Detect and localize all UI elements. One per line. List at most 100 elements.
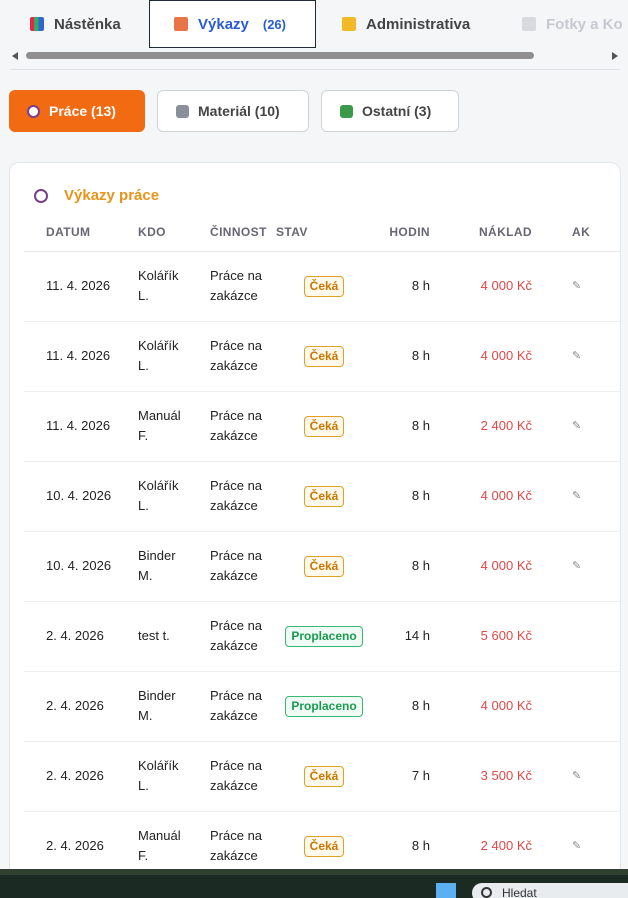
search-icon [481,887,492,898]
cell-activity: Práce na zakázce [188,671,276,742]
cell-activity: Práce na zakázce [188,251,276,322]
cell-status: Proplaceno [276,671,372,742]
stopwatch-icon [27,104,40,118]
scrollbar-thumb[interactable] [26,52,534,59]
column-header-hours[interactable]: HODIN [372,213,430,252]
work-reports-card: Výkazy práce DATUM KDO ČINNOST STAV HODI… [9,162,621,898]
edit-icon[interactable]: ✎ [542,391,620,462]
cell-cost: 4 000 Kč [430,531,542,602]
folder-icon [342,17,356,31]
cell-status: Proplaceno [276,601,372,672]
edit-icon[interactable]: ✎ [542,251,620,322]
cell-hours: 8 h [372,321,430,392]
status-badge: Čeká [303,835,345,857]
cell-date: 11. 4. 2026 [24,321,116,392]
cell-cost: 4 000 Kč [430,251,542,322]
status-badge: Čeká [303,555,345,577]
edit-icon[interactable]: ✎ [542,461,620,532]
cell-cost: 5 600 Kč [430,601,542,672]
cell-hours: 8 h [372,671,430,742]
status-badge: Proplaceno [285,625,363,647]
tab-administration[interactable]: Administrativa [342,0,470,48]
table-row[interactable]: 2. 4. 2026 Kolářík L. Práce na zakázce Čeká… [24,741,620,812]
status-badge: Čeká [303,765,345,787]
cell-hours: 8 h [372,531,430,602]
edit-icon[interactable] [542,601,620,672]
cell-who: Kolářík L. [116,251,188,322]
wallpaper-strip [0,869,628,875]
cell-who: test t. [116,601,188,672]
cell-date: 2. 4. 2026 [24,601,116,672]
camera-icon [522,17,536,31]
table-row[interactable]: 10. 4. 2026 Kolářík L. Práce na zakázce Ček… [24,461,620,532]
cell-who: Manuál F. [116,391,188,462]
material-tab-label: Materiál (10) [198,103,280,119]
table-row[interactable]: 10. 4. 2026 Binder M. Práce na zakázce Čeká… [24,531,620,602]
cell-cost: 3 500 Kč [430,741,542,812]
cell-status: Čeká [276,251,372,322]
tab-label: Fotky a Ko [546,15,623,33]
column-header-who[interactable]: KDO [116,213,188,252]
cell-who: Binder M. [116,671,188,742]
tab-label: Administrativa [366,15,471,33]
cell-cost: 4 000 Kč [430,671,542,742]
column-header-cost[interactable]: NÁKLAD [430,213,542,252]
cell-date: 10. 4. 2026 [24,461,116,532]
scroll-right-icon[interactable] [612,52,618,60]
cell-activity: Práce na zakázce [188,741,276,812]
status-badge: Čeká [303,345,345,367]
cell-status: Čeká [276,741,372,812]
table-row[interactable]: 2. 4. 2026 Binder M. Práce na zakázce Propl… [24,671,620,742]
cell-activity: Práce na zakázce [188,391,276,462]
table-row[interactable]: 2. 4. 2026 test t. Práce na zakázce Proplac… [24,601,620,672]
other-tab-label: Ostatní (3) [362,103,432,119]
tab-dashboard[interactable]: Nástěnka [30,0,121,48]
taskbar-search[interactable]: Hledat [472,883,628,898]
windows-start-icon[interactable] [436,883,456,898]
other-tab-button[interactable]: Ostatní (3) [321,90,459,132]
cell-hours: 8 h [372,251,430,322]
edit-icon[interactable] [542,671,620,742]
material-tab-button[interactable]: Materiál (10) [157,90,309,132]
scroll-left-icon[interactable] [12,52,18,60]
cell-hours: 8 h [372,461,430,532]
table-row[interactable]: 11. 4. 2026 Kolářík L. Práce na zakázce Ček… [24,321,620,392]
tab-photos[interactable]: Fotky a Ko [522,0,623,48]
column-header-status[interactable]: STAV [276,213,372,252]
table-row[interactable]: 11. 4. 2026 Kolářík L. Práce na zakázce Ček… [24,251,620,322]
cell-status: Čeká [276,391,372,462]
cell-status: Čeká [276,461,372,532]
top-tab-bar: Nástěnka Výkazy (26) Administrativa Fotk… [0,0,628,48]
chart-icon [30,17,44,31]
cell-hours: 14 h [372,601,430,672]
work-reports-table: DATUM KDO ČINNOST STAV HODIN NÁKLAD AK 1… [24,213,620,882]
cell-activity: Práce na zakázce [188,321,276,392]
status-badge: Proplaceno [285,695,363,717]
money-icon [340,104,353,118]
cell-date: 2. 4. 2026 [24,741,116,812]
edit-icon[interactable]: ✎ [542,741,620,812]
divider [10,69,620,70]
status-badge: Čeká [303,485,345,507]
status-badge: Čeká [303,275,345,297]
tab-label: Výkazy [198,15,249,33]
cell-cost: 4 000 Kč [430,321,542,392]
column-header-actions: AK [542,213,620,252]
tools-icon [176,104,189,118]
cell-who: Kolářík L. [116,461,188,532]
tab-scrollbar[interactable] [0,48,628,64]
cell-who: Kolářík L. [116,741,188,812]
taskbar-search-placeholder: Hledat [502,886,537,898]
tab-label: Nástěnka [54,15,121,33]
cell-who: Kolářík L. [116,321,188,392]
tab-reports[interactable]: Výkazy (26) [149,0,316,48]
work-tab-button[interactable]: Práce (13) [9,90,145,132]
edit-icon[interactable]: ✎ [542,321,620,392]
column-header-activity[interactable]: ČINNOST [188,213,276,252]
cell-status: Čeká [276,531,372,602]
table-row[interactable]: 11. 4. 2026 Manuál F. Práce na zakázce Čeká… [24,391,620,462]
taskbar: Hledat [0,869,628,898]
edit-icon[interactable]: ✎ [542,531,620,602]
column-header-date[interactable]: DATUM [24,213,116,252]
report-icon [174,17,188,31]
